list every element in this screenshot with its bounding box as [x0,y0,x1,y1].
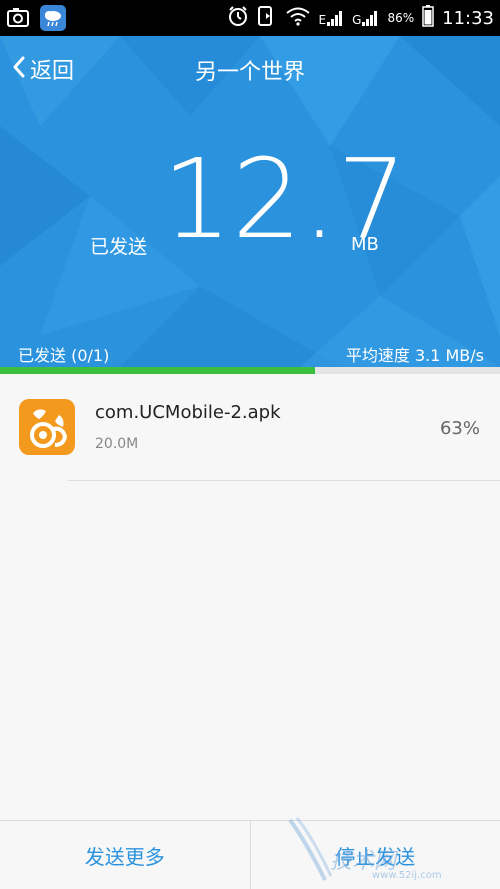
alarm-icon [227,5,249,31]
wifi-icon [285,6,311,30]
status-bar: E G 86% 11:33 [0,0,500,36]
average-speed: 平均速度 3.1 MB/s [345,346,484,365]
send-more-button[interactable]: 发送更多 [0,821,250,889]
signal-g-icon: G [352,9,379,27]
transfer-progress-bar [0,367,500,374]
battery-icon [422,5,434,31]
weather-cloud-icon [40,5,66,35]
battery-percent: 86% [387,11,415,25]
sent-amount-integer: 12 [162,135,302,263]
signal-e-icon: E [319,9,345,27]
file-progress-percent: 63% [439,418,480,439]
file-size: 20.0M [95,436,139,452]
uc-browser-icon [19,399,75,455]
file-list: com.UCMobile-2.apk 20.0M 63% [0,374,500,481]
list-item[interactable]: com.UCMobile-2.apk 20.0M 63% [0,374,500,481]
file-name: com.UCMobile-2.apk [95,402,281,423]
sent-amount-unit: MB [351,234,379,255]
sent-amount-label: 已发送 [90,236,148,258]
page-title: 另一个世界 [194,60,305,85]
divider [68,480,500,481]
camera-icon [6,5,30,35]
transfer-header: 返回 另一个世界 已发送 12.7 MB 已发送 (0/1) 平均速度 3.1 … [0,36,500,367]
clock: 11:33 [442,7,494,29]
nfc-phone-icon [257,5,277,31]
watermark-url: www.52ij.com [372,870,442,881]
transfer-progress-fill [0,367,315,374]
sent-count: 已发送 (0/1) [18,346,110,365]
